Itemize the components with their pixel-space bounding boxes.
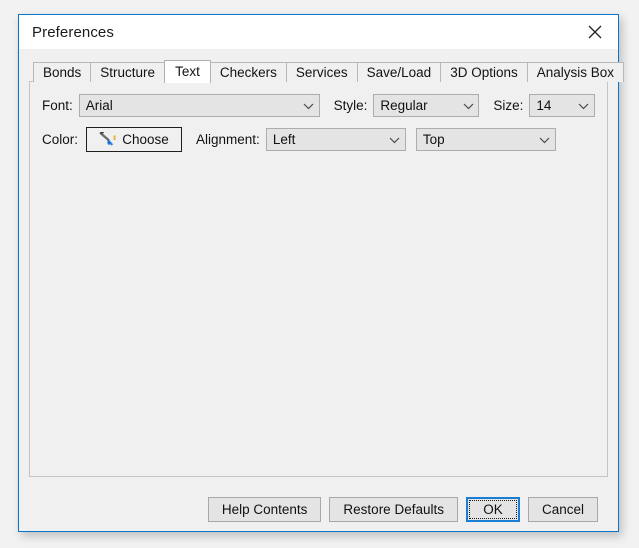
style-select[interactable]: Regular [373,94,480,117]
alignment-label: Alignment: [196,132,260,147]
close-button[interactable] [572,15,618,49]
tab-3d-options[interactable]: 3D Options [440,62,528,82]
font-label: Font: [42,98,73,113]
tab-label: Save/Load [366,65,432,80]
tab-strip: Bonds Structure Text Checkers Services S… [29,59,625,83]
tab-save-load[interactable]: Save/Load [356,62,442,82]
chevron-down-icon [574,102,594,110]
text-tab-panel: Font: Arial Style: Regular Size: 14 Colo… [29,81,608,477]
tab-structure[interactable]: Structure [90,62,166,82]
style-select-value: Regular [380,98,428,113]
tab-label: Bonds [43,65,82,80]
tab-analysis-box[interactable]: Analysis Box [526,62,625,82]
cancel-button[interactable]: Cancel [527,496,598,522]
tab-label: Structure [100,65,156,80]
tab-label: Text [175,64,200,79]
choose-color-button-label: Choose [122,132,169,147]
alignment-select-value: Left [272,132,296,147]
style-label: Style: [333,98,368,113]
chevron-down-icon [535,136,555,144]
help-contents-button-label: Help Contents [221,501,308,517]
restore-defaults-button[interactable]: Restore Defaults [329,496,458,522]
color-alignment-row: Color: Choose Alignment: Left Top [42,127,595,152]
vertical-alignment-select[interactable]: Top [415,128,556,151]
chevron-down-icon [385,136,405,144]
tab-label: Checkers [219,65,277,80]
tab-services[interactable]: Services [285,62,358,82]
size-select[interactable]: 14 [529,94,595,117]
size-label: Size: [493,98,524,113]
font-select[interactable]: Arial [78,94,320,117]
alignment-select[interactable]: Left [265,128,406,151]
restore-defaults-button-label: Restore Defaults [343,501,444,517]
tab-label: 3D Options [450,65,518,80]
tab-checkers[interactable]: Checkers [209,62,287,82]
cancel-button-label: Cancel [541,501,584,517]
tab-label: Services [295,65,348,80]
font-row: Font: Arial Style: Regular Size: 14 [42,94,595,117]
font-select-value: Arial [85,98,113,113]
choose-color-button[interactable]: Choose [86,127,183,152]
tab-bonds[interactable]: Bonds [33,62,92,82]
dialog-body: Bonds Structure Text Checkers Services S… [19,49,625,531]
size-select-value: 14 [536,98,552,113]
window-title: Preferences [32,23,114,41]
chevron-down-icon [458,102,478,110]
ok-button[interactable]: OK [465,496,520,522]
dialog-button-bar: Help Contents Restore Defaults OK Cancel [29,487,608,531]
help-contents-button[interactable]: Help Contents [207,496,322,522]
chevron-down-icon [299,102,319,110]
vertical-alignment-select-value: Top [422,132,445,147]
desktop-background: Preferences Bonds Structure Text Checker… [0,0,639,548]
close-icon [588,25,602,39]
color-label: Color: [42,132,79,147]
paintbrush-icon [99,132,116,147]
title-bar: Preferences [19,15,618,49]
ok-button-label: OK [483,501,503,517]
tab-text[interactable]: Text [164,60,211,83]
preferences-dialog: Preferences Bonds Structure Text Checker… [18,14,625,532]
tab-label: Analysis Box [536,65,615,80]
